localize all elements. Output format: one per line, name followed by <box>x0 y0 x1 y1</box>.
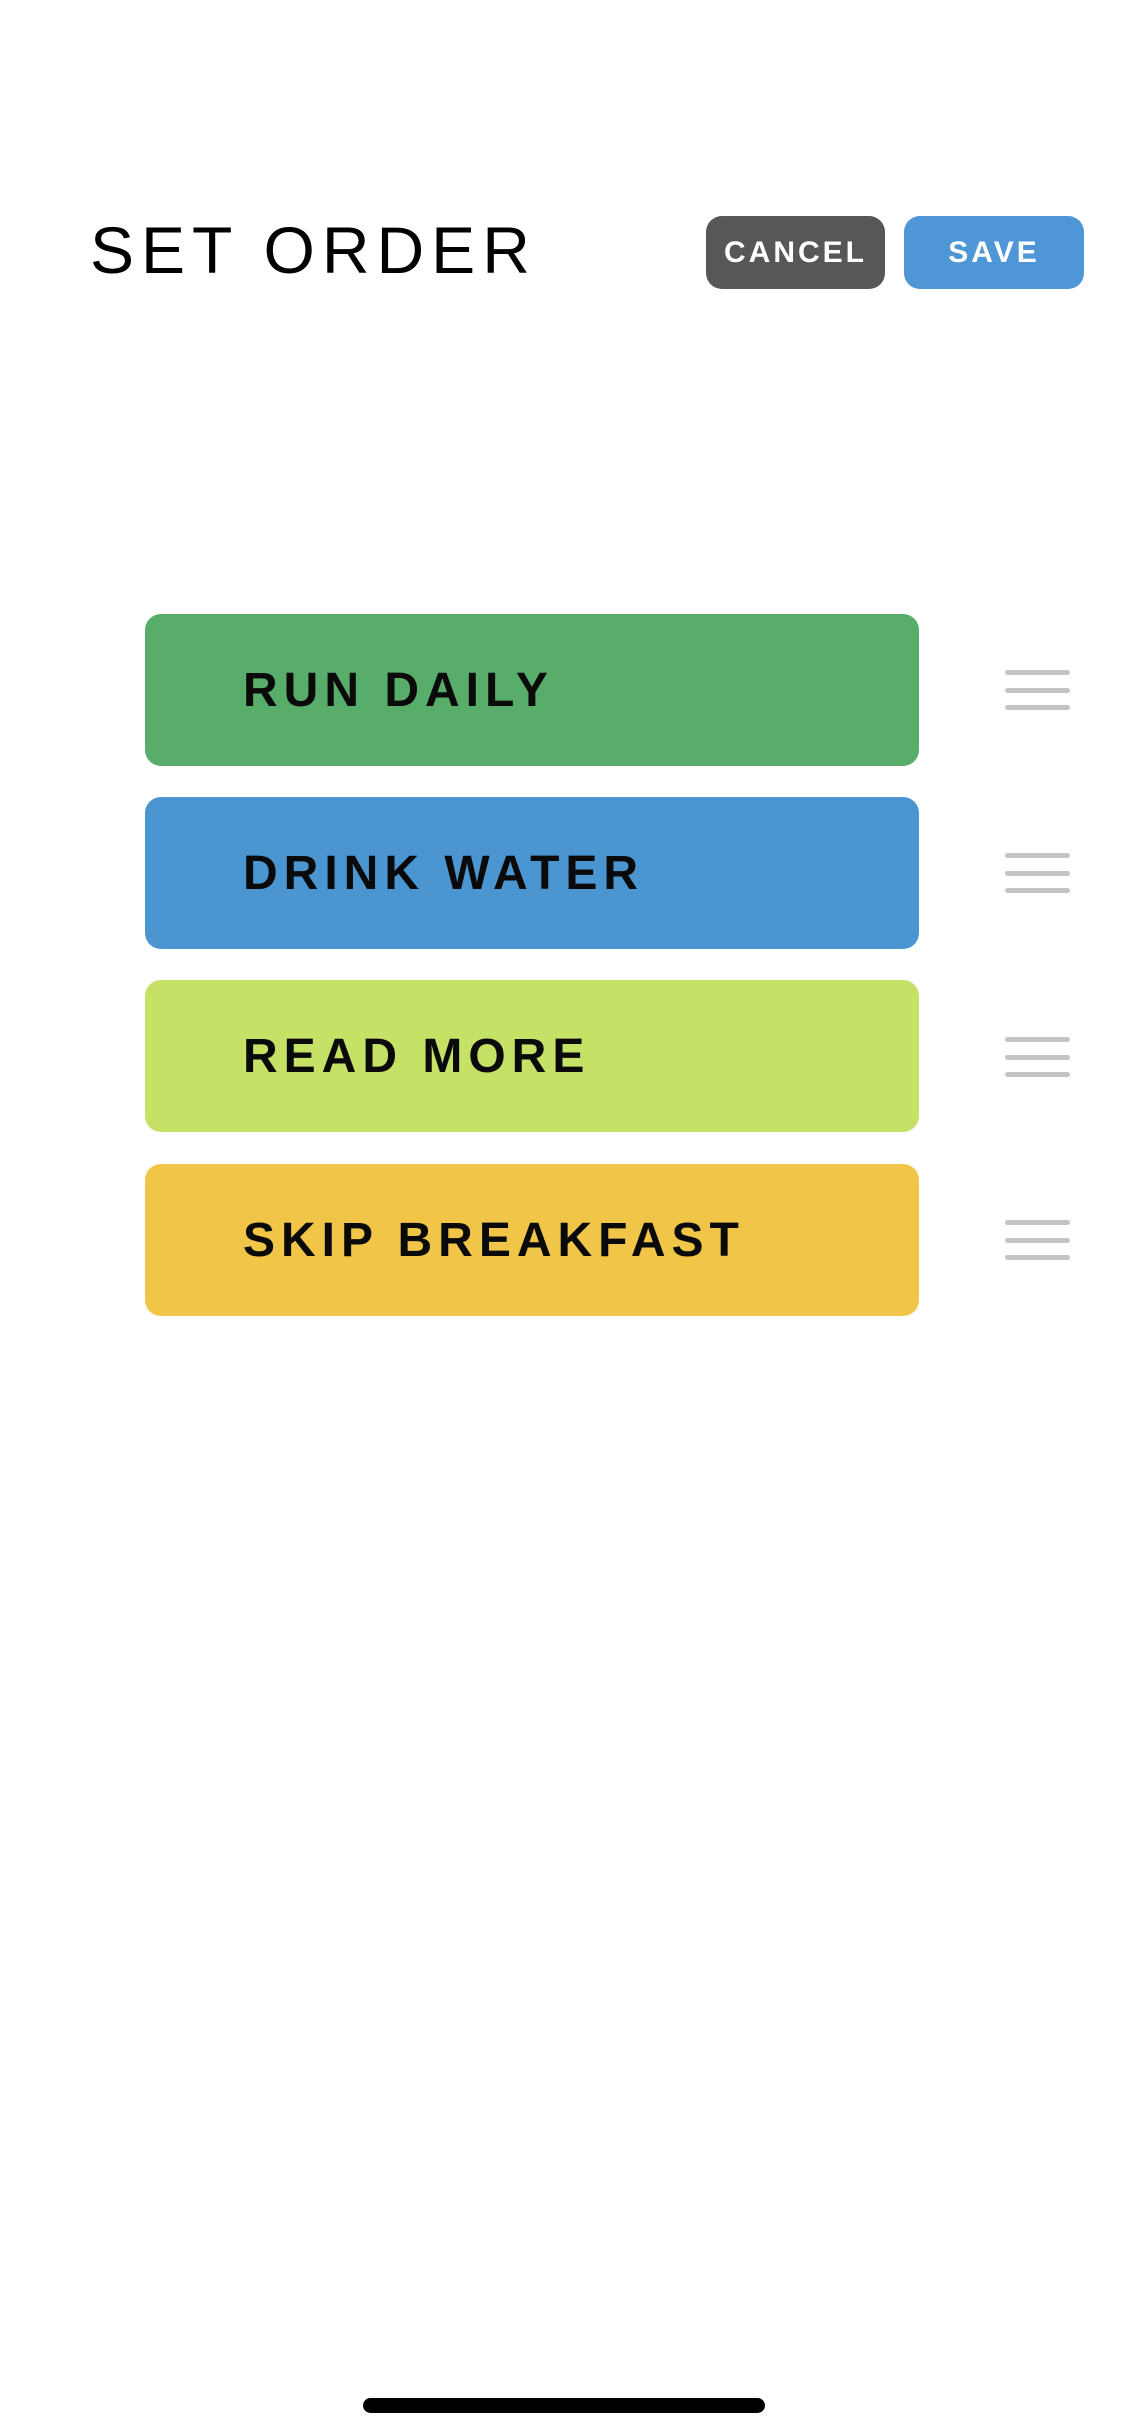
list-item-label: DRINK WATER <box>243 846 645 900</box>
list-item[interactable]: READ MORE <box>145 980 919 1132</box>
drag-handle-icon[interactable] <box>1005 1220 1070 1260</box>
list-item-label: READ MORE <box>243 1029 591 1083</box>
list-item-label: SKIP BREAKFAST <box>243 1213 745 1267</box>
page-title: SET ORDER <box>90 213 537 287</box>
save-button[interactable]: SAVE <box>904 216 1084 289</box>
list-item-label: RUN DAILY <box>243 663 554 717</box>
drag-handle-icon[interactable] <box>1005 670 1070 710</box>
home-indicator[interactable] <box>363 2398 765 2413</box>
drag-handle-icon[interactable] <box>1005 853 1070 893</box>
drag-handle-icon[interactable] <box>1005 1037 1070 1077</box>
list-item[interactable]: SKIP BREAKFAST <box>145 1164 919 1316</box>
cancel-button[interactable]: CANCEL <box>706 216 885 289</box>
list-item[interactable]: RUN DAILY <box>145 614 919 766</box>
list-item[interactable]: DRINK WATER <box>145 797 919 949</box>
